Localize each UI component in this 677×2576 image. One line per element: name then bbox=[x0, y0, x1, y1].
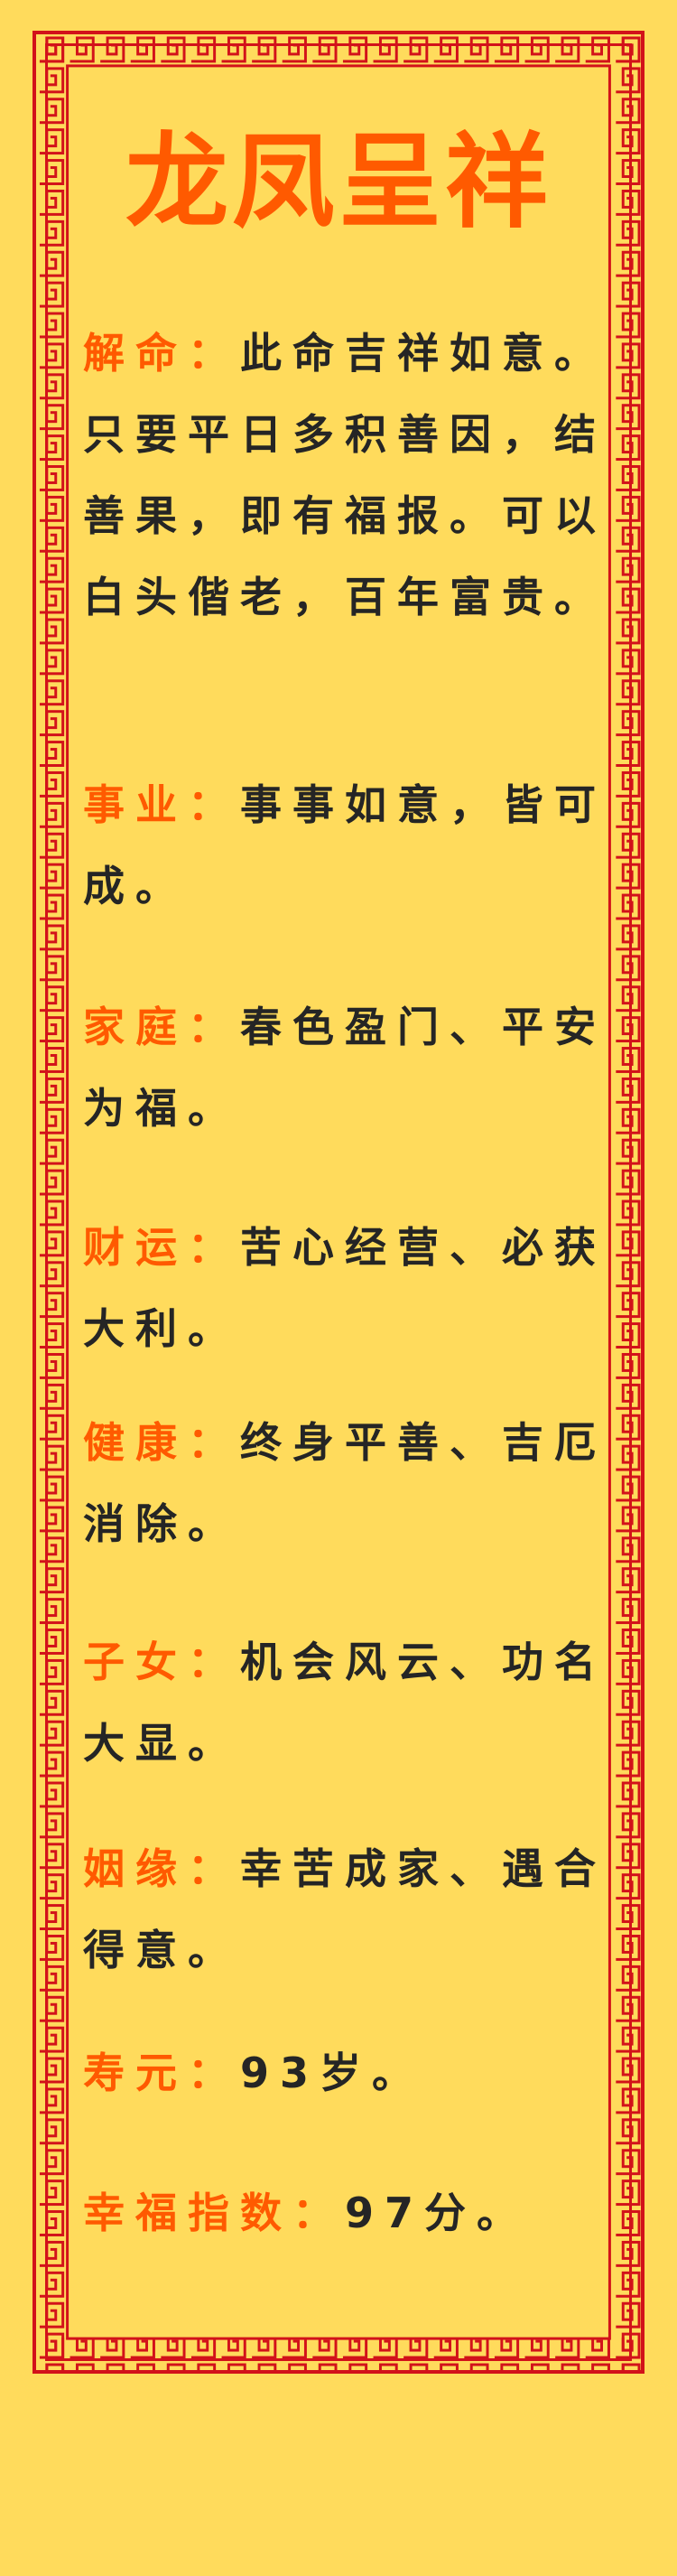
section-wealth: 财运：苦心经营、必获大利。 bbox=[83, 1207, 607, 1369]
section-label: 财运： bbox=[83, 1223, 240, 1272]
section-value: 93岁。 bbox=[240, 2049, 425, 2097]
section-children: 子女：机会风云、功名大显。 bbox=[83, 1621, 607, 1784]
section-label: 事业： bbox=[83, 780, 240, 829]
page-title: 龙凤呈祥 bbox=[125, 122, 552, 242]
section-label: 家庭： bbox=[83, 1003, 240, 1051]
section-marriage: 姻缘：幸苦成家、遇合得意。 bbox=[83, 1828, 607, 1991]
section-lifespan: 寿元：93岁。 bbox=[83, 2032, 607, 2114]
section-label: 姻缘： bbox=[83, 1844, 240, 1893]
section-career: 事业：事事如意，皆可成。 bbox=[83, 764, 607, 927]
section-label: 幸福指数： bbox=[83, 2189, 345, 2237]
section-destiny: 解命：此命吉祥如意。只要平日多积善因，结善果，即有福报。可以白头偕老，百年富贵。 bbox=[83, 313, 607, 638]
section-health: 健康：终身平善、吉厄消除。 bbox=[83, 1402, 607, 1564]
fortune-page: { "page": { "title": "龙凤呈祥" }, "sections… bbox=[0, 0, 677, 2576]
section-label: 健康： bbox=[83, 1418, 240, 1467]
section-label: 解命： bbox=[83, 329, 240, 378]
section-happiness-index: 幸福指数：97分。 bbox=[83, 2172, 607, 2254]
section-family: 家庭：春色盈门、平安为福。 bbox=[83, 986, 607, 1149]
section-label: 寿元： bbox=[83, 2049, 240, 2097]
section-value: 97分。 bbox=[345, 2189, 530, 2237]
section-label: 子女： bbox=[83, 1638, 240, 1686]
